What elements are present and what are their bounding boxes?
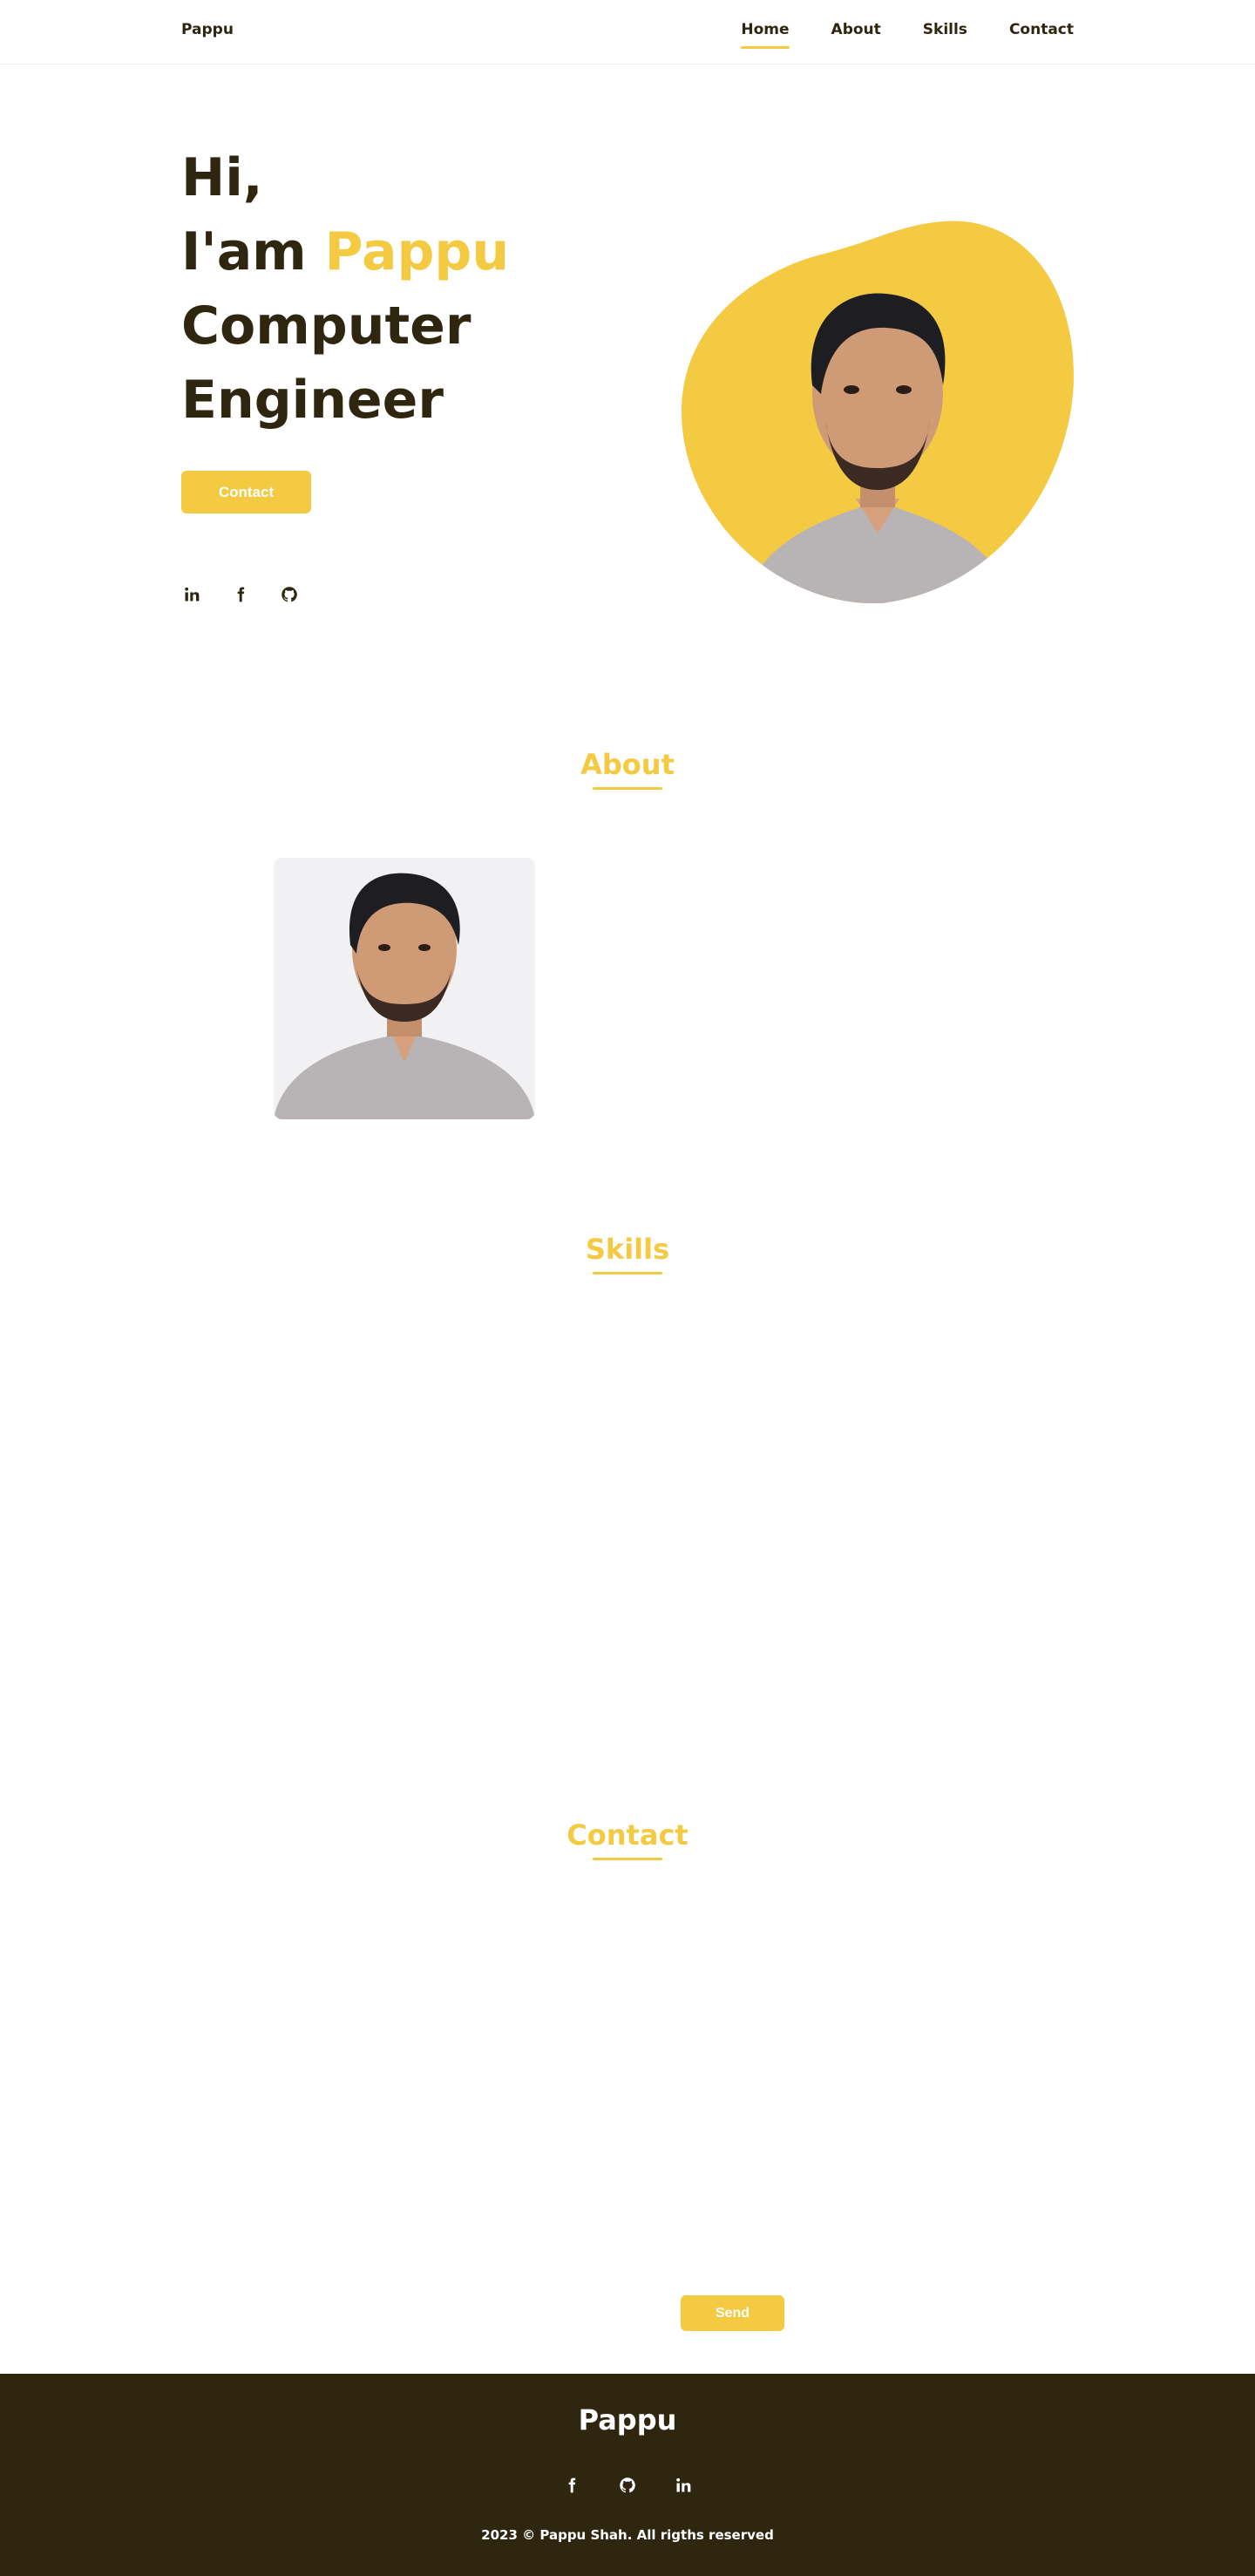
site-logo[interactable]: Pappu [181,21,234,38]
hero-contact-button[interactable]: Contact [181,471,311,513]
github-icon[interactable] [279,584,300,605]
nav-about[interactable]: About [831,21,881,38]
nav-skills[interactable]: Skills [923,21,967,38]
hero-name: Pappu [324,221,510,282]
github-icon[interactable] [617,2475,638,2496]
facebook-icon[interactable] [561,2475,582,2496]
main-nav: Home About Skills Contact [741,21,1074,49]
contact-title-underline [593,1858,662,1860]
contact-title: Contact [566,1818,689,1852]
hero-line-role-2: Engineer [181,370,444,431]
hero-name-prefix: I'am [181,221,325,282]
about-title-underline [593,787,662,790]
send-button[interactable]: Send [681,2295,784,2331]
skills-title: Skills [585,1233,670,1266]
hero-heading: Hi, I'am Pappu Computer Engineer [181,141,509,438]
hero-line-role-1: Computer [181,296,471,357]
nav-contact[interactable]: Contact [1009,21,1074,38]
hero-line-greeting: Hi, [181,147,263,208]
linkedin-icon[interactable] [673,2475,694,2496]
footer-socials [0,2475,1255,2496]
hero-socials [181,584,300,605]
hero-portrait [682,220,1074,604]
about-title: About [580,748,675,781]
about-photo [274,858,535,1119]
facebook-icon[interactable] [230,584,251,605]
skills-title-underline [593,1272,662,1274]
footer-title: Pappu [578,2403,677,2437]
site-header: Pappu Home About Skills Contact [0,0,1255,65]
nav-home[interactable]: Home [741,21,790,49]
linkedin-icon[interactable] [181,584,202,605]
hero-line-name: I'am Pappu [181,215,509,289]
copyright-text: 2023 © Pappu Shah. All rigths reserved [481,2527,774,2543]
site-footer: Pappu 2023 © Pappu Shah. All rigths rese… [0,2374,1255,2576]
